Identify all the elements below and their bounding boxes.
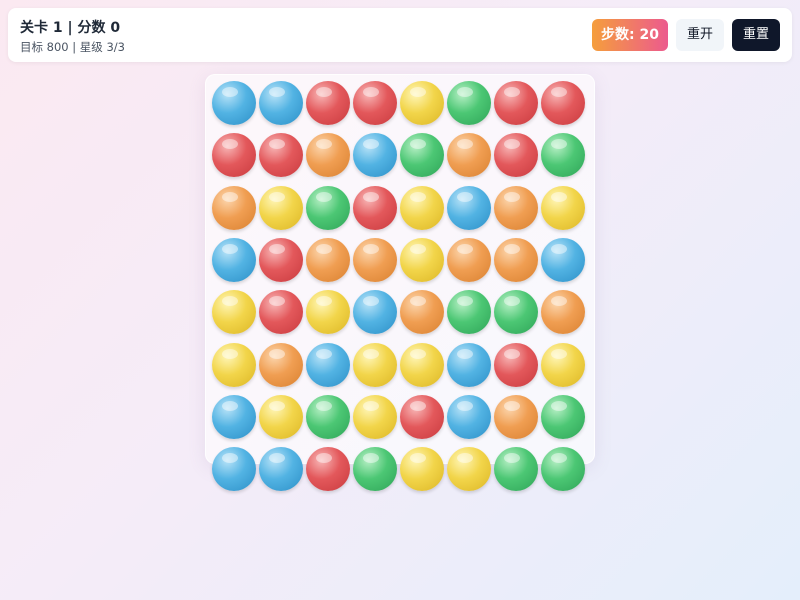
orange-ball[interactable]: [494, 395, 538, 439]
red-ball[interactable]: [306, 447, 350, 491]
yellow-ball[interactable]: [400, 447, 444, 491]
red-ball[interactable]: [494, 343, 538, 387]
orange-ball[interactable]: [494, 186, 538, 230]
yellow-ball[interactable]: [259, 186, 303, 230]
yellow-ball[interactable]: [447, 447, 491, 491]
red-ball[interactable]: [353, 81, 397, 125]
blue-ball[interactable]: [212, 81, 256, 125]
reset-button[interactable]: 重置: [732, 19, 780, 51]
orange-ball[interactable]: [494, 238, 538, 282]
red-ball[interactable]: [259, 238, 303, 282]
target-stars-subtitle: 目标 800 | 星级 3/3: [20, 40, 125, 54]
blue-ball[interactable]: [541, 238, 585, 282]
yellow-ball[interactable]: [541, 186, 585, 230]
yellow-ball[interactable]: [353, 343, 397, 387]
yellow-ball[interactable]: [400, 81, 444, 125]
green-ball[interactable]: [400, 133, 444, 177]
green-ball[interactable]: [494, 447, 538, 491]
orange-ball[interactable]: [447, 238, 491, 282]
top-bar: 关卡 1 | 分数 0 目标 800 | 星级 3/3 步数: 20 重开 重置: [8, 8, 792, 62]
orange-ball[interactable]: [306, 238, 350, 282]
blue-ball[interactable]: [353, 290, 397, 334]
steps-badge: 步数: 20: [592, 19, 668, 51]
blue-ball[interactable]: [447, 395, 491, 439]
green-ball[interactable]: [306, 186, 350, 230]
blue-ball[interactable]: [306, 343, 350, 387]
green-ball[interactable]: [541, 395, 585, 439]
blue-ball[interactable]: [212, 395, 256, 439]
red-ball[interactable]: [306, 81, 350, 125]
blue-ball[interactable]: [447, 186, 491, 230]
green-ball[interactable]: [541, 133, 585, 177]
yellow-ball[interactable]: [400, 343, 444, 387]
green-ball[interactable]: [353, 447, 397, 491]
orange-ball[interactable]: [400, 290, 444, 334]
yellow-ball[interactable]: [212, 290, 256, 334]
orange-ball[interactable]: [447, 133, 491, 177]
blue-ball[interactable]: [212, 447, 256, 491]
orange-ball[interactable]: [541, 290, 585, 334]
blue-ball[interactable]: [212, 238, 256, 282]
green-ball[interactable]: [447, 81, 491, 125]
yellow-ball[interactable]: [259, 395, 303, 439]
blue-ball[interactable]: [353, 133, 397, 177]
yellow-ball[interactable]: [212, 343, 256, 387]
yellow-ball[interactable]: [400, 186, 444, 230]
red-ball[interactable]: [259, 133, 303, 177]
red-ball[interactable]: [353, 186, 397, 230]
orange-ball[interactable]: [259, 343, 303, 387]
yellow-ball[interactable]: [306, 290, 350, 334]
level-score-title: 关卡 1 | 分数 0: [20, 20, 121, 36]
red-ball[interactable]: [259, 290, 303, 334]
green-ball[interactable]: [541, 447, 585, 491]
red-ball[interactable]: [494, 133, 538, 177]
red-ball[interactable]: [400, 395, 444, 439]
green-ball[interactable]: [494, 290, 538, 334]
yellow-ball[interactable]: [541, 343, 585, 387]
yellow-ball[interactable]: [400, 238, 444, 282]
blue-ball[interactable]: [447, 343, 491, 387]
orange-ball[interactable]: [353, 238, 397, 282]
red-ball[interactable]: [494, 81, 538, 125]
red-ball[interactable]: [212, 133, 256, 177]
orange-ball[interactable]: [306, 133, 350, 177]
blue-ball[interactable]: [259, 81, 303, 125]
orange-ball[interactable]: [212, 186, 256, 230]
blue-ball[interactable]: [259, 447, 303, 491]
restart-button[interactable]: 重开: [676, 19, 724, 51]
red-ball[interactable]: [541, 81, 585, 125]
yellow-ball[interactable]: [353, 395, 397, 439]
green-ball[interactable]: [306, 395, 350, 439]
green-ball[interactable]: [447, 290, 491, 334]
